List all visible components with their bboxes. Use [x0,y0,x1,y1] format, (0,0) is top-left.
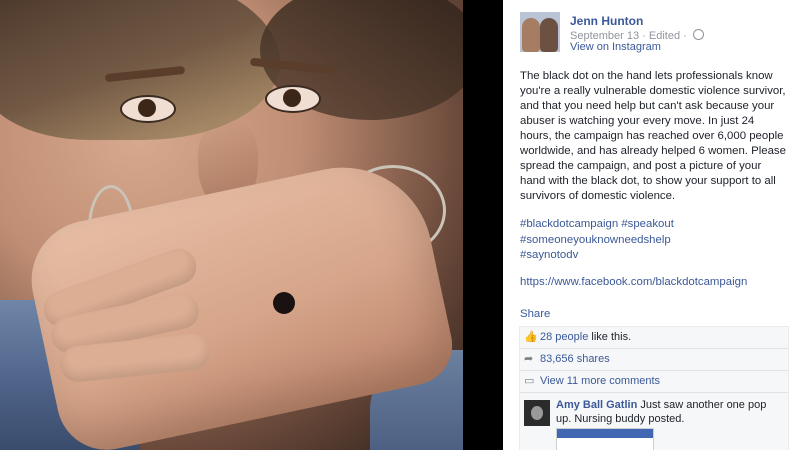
view-more-comments-link[interactable]: View 11 more comments [540,375,660,387]
post-header: Jenn Hunton September 13 · Edited · View… [520,12,790,56]
avatar-person [540,18,558,52]
post-sidebar: Jenn Hunton September 13 · Edited · View… [503,0,800,450]
likes-suffix: like this. [588,331,632,343]
likes-count-link[interactable]: 28 people [540,331,588,343]
author-name[interactable]: Jenn Hunton [570,14,643,28]
commenter-name[interactable]: Amy Ball Gatlin [556,399,637,411]
shares-link[interactable]: 83,656 shares [540,353,610,365]
commenter-avatar[interactable] [524,400,550,426]
hashtag-line[interactable]: #blackdotcampaign #speakout [520,217,788,233]
shares-row: ➦ 83,656 shares [520,349,788,371]
image-header-bar [557,429,653,438]
eye-left [120,95,176,123]
hashtag-line[interactable]: #saynotodv [520,248,788,264]
post-text: The black dot on the hand lets professio… [520,70,786,202]
view-comments-row: ▭ View 11 more comments [520,371,788,393]
share-link[interactable]: Share [520,308,550,320]
comment-image[interactable] [556,428,654,450]
hashtags: #blackdotcampaign #speakout #someoneyouk… [520,217,788,264]
meta-separator: · [683,30,690,42]
likes-row: 👍 28 people like this. [520,327,788,349]
post-photo[interactable] [0,0,463,450]
author-avatar[interactable] [520,12,560,52]
view-on-instagram-link[interactable]: View on Instagram [570,41,661,53]
feedback-box: 👍 28 people like this. ➦ 83,656 shares ▭… [519,326,789,450]
globe-icon[interactable] [692,29,704,40]
eye-right [265,85,321,113]
photo-viewer [0,0,503,450]
share-arrow-icon: ➦ [524,353,534,365]
avatar-person [522,18,540,52]
campaign-link[interactable]: https://www.facebook.com/blackdotcampaig… [520,276,747,288]
thumbs-up-icon: 👍 [524,331,538,343]
black-dot [273,292,295,314]
comment-text: Amy Ball Gatlin Just saw another one pop… [556,398,784,426]
comment: Amy Ball Gatlin Just saw another one pop… [520,393,788,450]
speech-bubble-icon: ▭ [524,375,535,387]
hashtag-line[interactable]: #someoneyouknowneedshelp [520,233,788,249]
